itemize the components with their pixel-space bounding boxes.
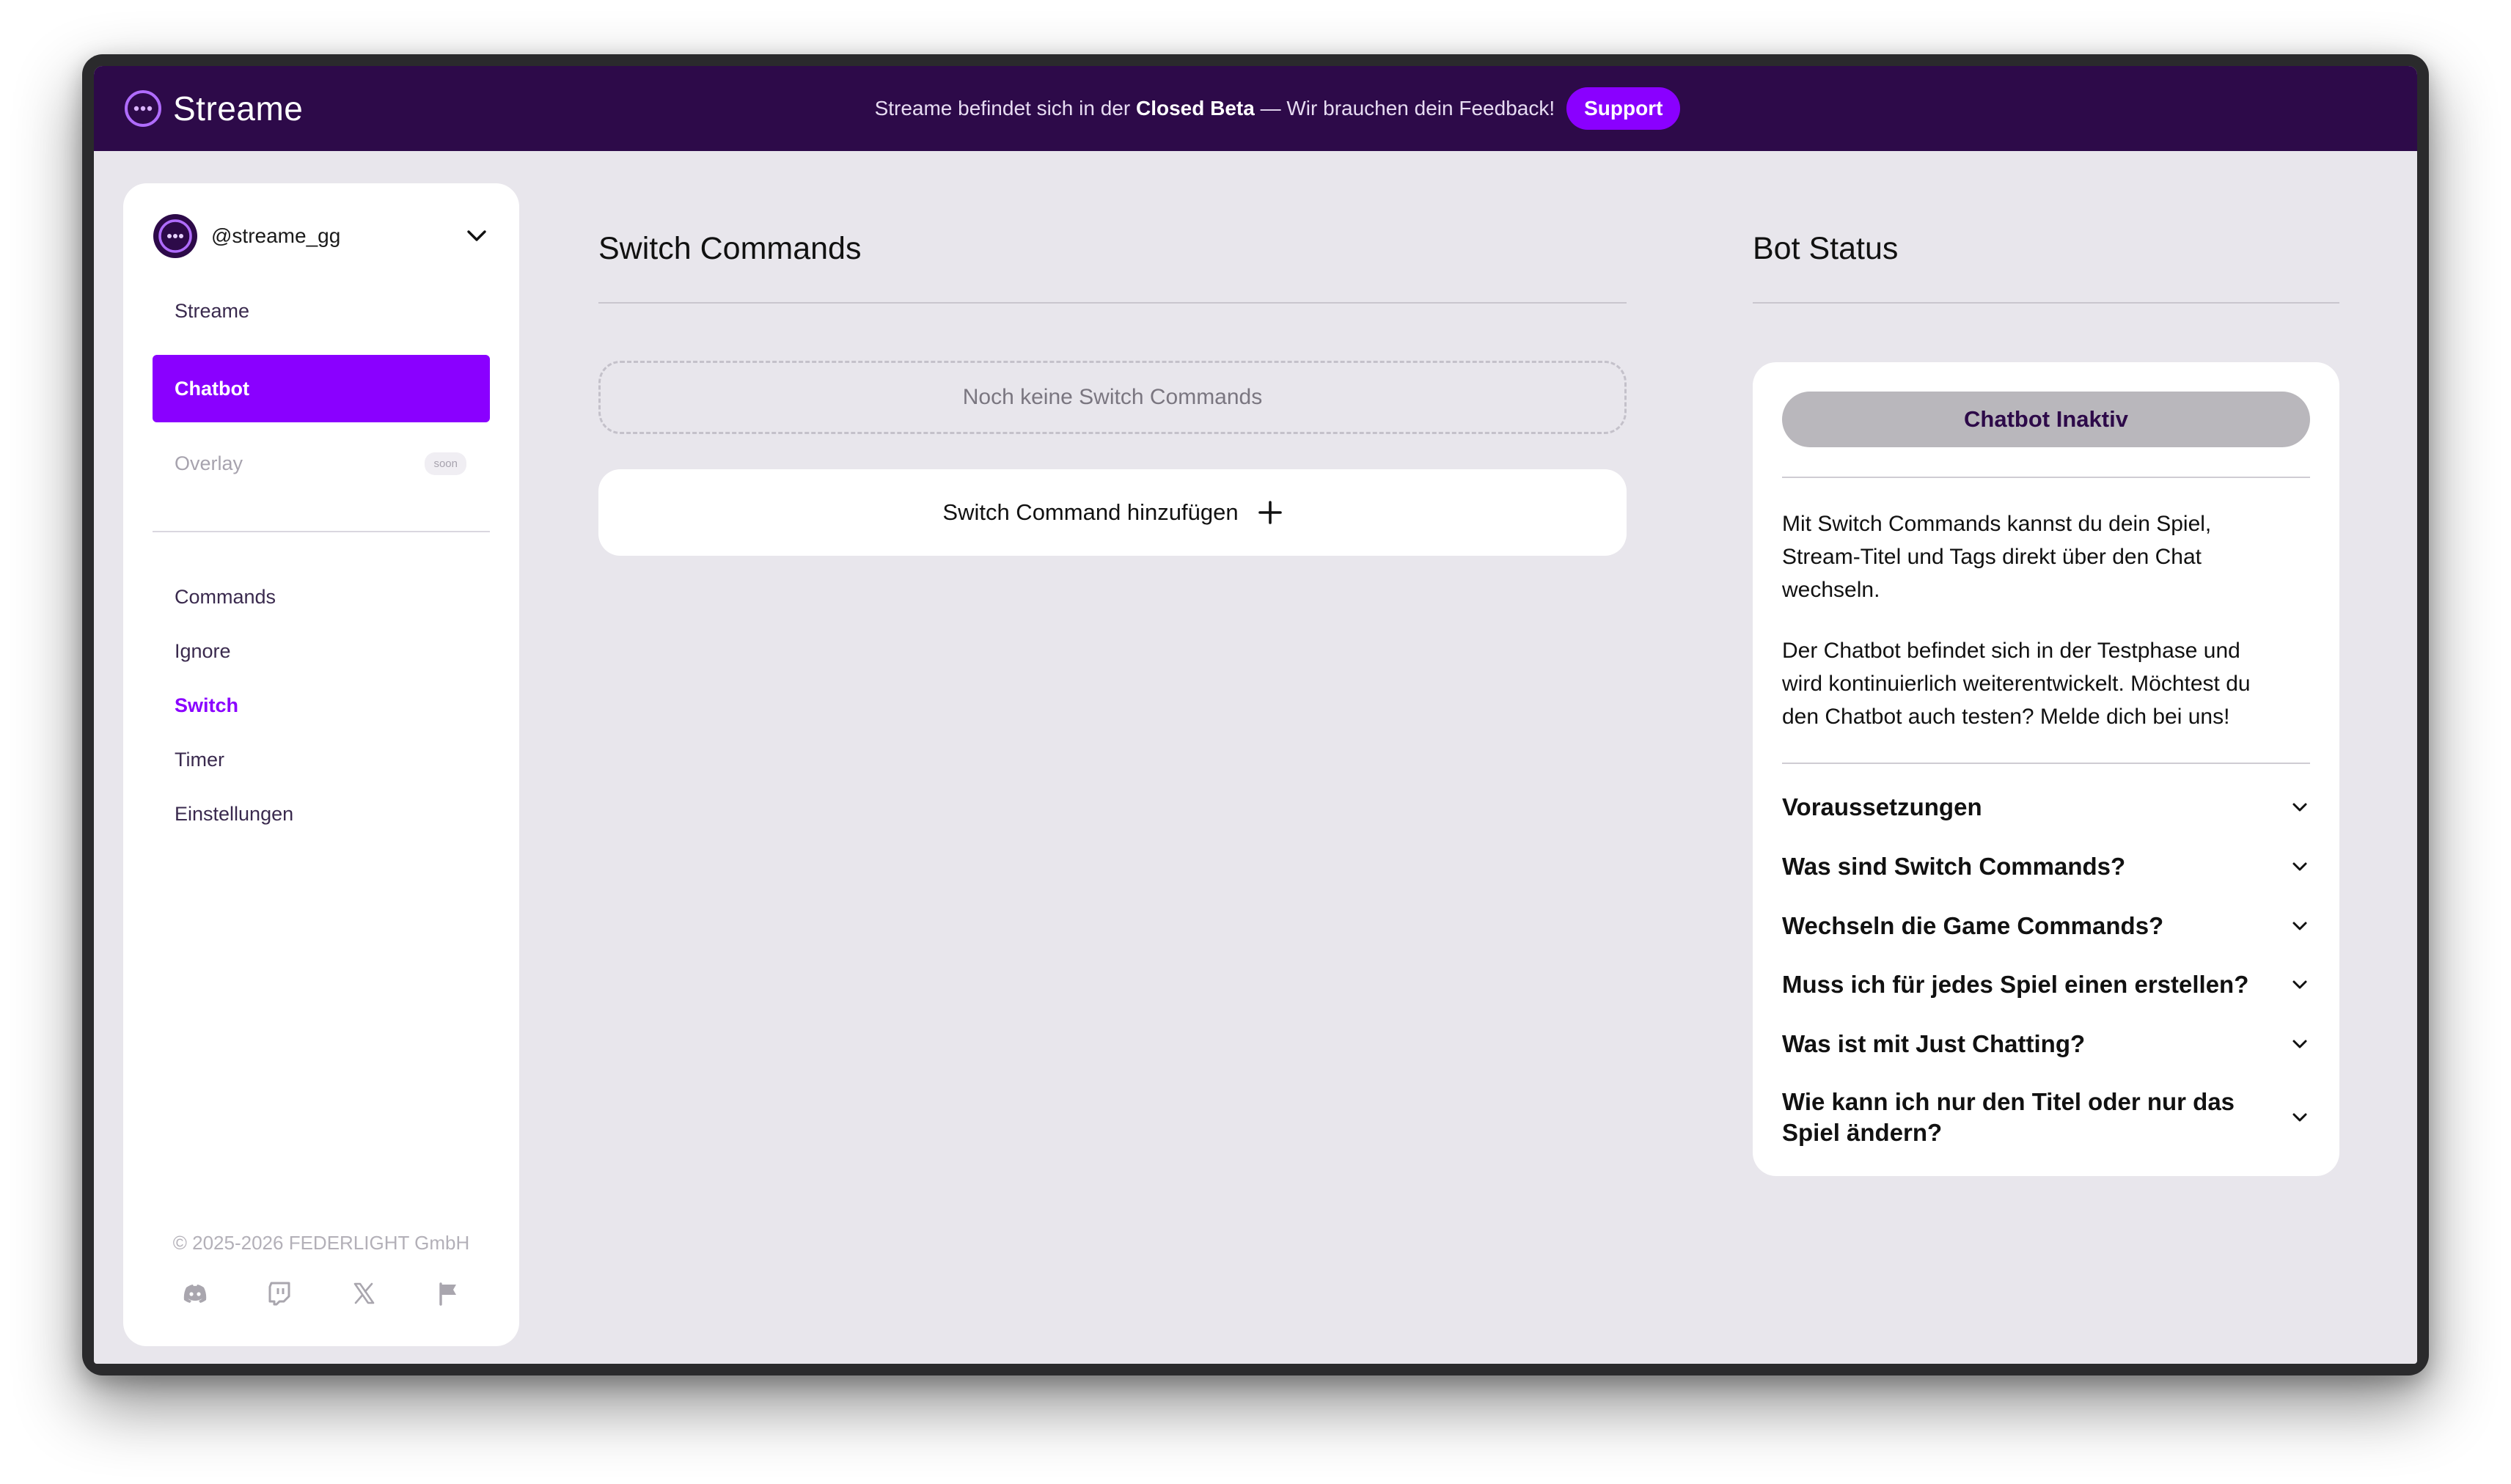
panel-divider: [1782, 477, 2310, 478]
flag-icon[interactable]: [433, 1279, 463, 1308]
faq-question: Was ist mit Just Chatting?: [1782, 1030, 2086, 1057]
chevron-down-icon: [2292, 862, 2307, 871]
app-screen: Streame Streame befindet sich in der Clo…: [94, 66, 2417, 1364]
sidebar: @streame_gg Streame Chatbot Overlay soon…: [123, 183, 519, 1346]
faq-question: Muss ich für jedes Spiel einen erstellen…: [1782, 971, 2249, 998]
nav-item-label: Chatbot: [175, 377, 249, 400]
faq-question: Voraussetzungen: [1782, 793, 1982, 820]
bot-title-divider: [1753, 302, 2339, 304]
nav-item-label: Overlay: [175, 452, 243, 474]
info-paragraph-switch: Mit Switch Commands kannst du dein Spiel…: [1782, 507, 2317, 606]
text-line: Mit Switch Commands kannst du dein Spiel…: [1782, 512, 2212, 536]
text-line: Stream-Titel und Tags direkt über den Ch…: [1782, 545, 2202, 569]
subnav-item-einstellungen[interactable]: Einstellungen: [175, 803, 293, 826]
subnav-item-commands[interactable]: Commands: [175, 586, 276, 609]
faq-question: Wie kann ich nur den Titel oder nur das …: [1782, 1088, 2235, 1146]
beta-prefix: Streame befindet sich in der: [874, 97, 1131, 120]
x-icon[interactable]: [349, 1279, 378, 1308]
subnav-item-ignore[interactable]: Ignore: [175, 640, 231, 663]
copyright: © 2025-2026 FEDERLIGHT GmbH: [172, 1232, 470, 1254]
chevron-down-icon: [2292, 803, 2307, 812]
beta-banner: Streame befindet sich in der Closed Beta…: [94, 66, 2417, 151]
account-switcher[interactable]: @streame_gg: [153, 213, 490, 260]
faq-item[interactable]: Wechseln die Game Commands?: [1782, 911, 2310, 941]
status-label: Chatbot Inaktiv: [1964, 406, 2128, 432]
title-divider: [598, 302, 1627, 304]
text-line: wird kontinuierlich weiterentwickelt. Mö…: [1782, 672, 2251, 696]
beta-highlight: Closed Beta: [1135, 97, 1255, 120]
top-bar: Streame Streame befindet sich in der Clo…: [94, 66, 2417, 151]
beta-suffix: — Wir brauchen dein Feedback!: [1260, 97, 1555, 120]
faq-item[interactable]: Wie kann ich nur den Titel oder nur das …: [1782, 1087, 2310, 1148]
chevron-down-icon: [2292, 1113, 2307, 1122]
bot-status-panel: Chatbot Inaktiv Mit Switch Commands kann…: [1753, 362, 2339, 1176]
faq-item[interactable]: Voraussetzungen: [1782, 792, 2310, 823]
support-button[interactable]: Support: [1566, 87, 1681, 130]
nav-item-label: Streame: [175, 299, 250, 322]
discord-icon[interactable]: [180, 1279, 210, 1308]
chevron-down-icon[interactable]: [463, 223, 490, 249]
empty-state-text: Noch keine Switch Commands: [962, 385, 1263, 409]
nav-item-overlay: Overlay soon: [153, 430, 490, 497]
add-button-label: Switch Command hinzufügen: [942, 499, 1239, 525]
faq-item[interactable]: Was sind Switch Commands?: [1782, 851, 2310, 882]
text-line: den Chatbot auch testen? Melde dich bei …: [1782, 705, 2230, 729]
panel-divider: [1782, 763, 2310, 764]
chevron-down-icon: [2292, 922, 2307, 930]
soon-badge: soon: [425, 452, 466, 475]
sidebar-divider: [153, 531, 490, 532]
plus-icon: [1258, 501, 1282, 524]
add-switch-command-button[interactable]: Switch Command hinzufügen: [598, 469, 1627, 556]
faq-question: Was sind Switch Commands?: [1782, 853, 2126, 880]
app-window: Streame Streame befindet sich in der Clo…: [82, 54, 2429, 1375]
text-line: Der Chatbot befindet sich in der Testpha…: [1782, 639, 2240, 663]
avatar: [153, 214, 197, 258]
subnav-item-timer[interactable]: Timer: [175, 749, 224, 771]
faq-item[interactable]: Muss ich für jedes Spiel einen erstellen…: [1782, 969, 2310, 1000]
chevron-down-icon: [2292, 980, 2307, 989]
bot-status-title: Bot Status: [1753, 231, 1899, 266]
faq-item[interactable]: Was ist mit Just Chatting?: [1782, 1029, 2310, 1059]
account-name: @streame_gg: [211, 224, 341, 247]
subnav-item-switch[interactable]: Switch: [175, 694, 238, 717]
text-line: wechseln.: [1782, 578, 1880, 602]
page-title: Switch Commands: [598, 231, 862, 266]
info-paragraph-testphase: Der Chatbot befindet sich in der Testpha…: [1782, 634, 2317, 733]
chevron-down-icon: [2292, 1040, 2307, 1048]
chatbot-status-badge: Chatbot Inaktiv: [1782, 392, 2310, 447]
social-links: [153, 1279, 490, 1308]
twitch-icon[interactable]: [265, 1279, 294, 1308]
beta-text: Streame befindet sich in der Closed Beta…: [875, 97, 1555, 120]
faq-question: Wechseln die Game Commands?: [1782, 912, 2164, 939]
nav-item-chatbot[interactable]: Chatbot: [153, 355, 490, 422]
empty-state: Noch keine Switch Commands: [598, 361, 1627, 434]
nav-item-streame[interactable]: Streame: [153, 277, 490, 345]
